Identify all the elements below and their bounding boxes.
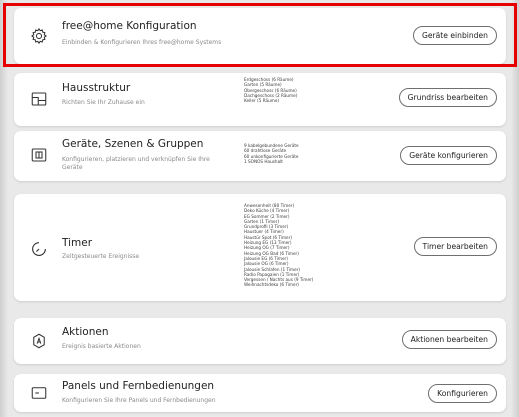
- row-title: Hausstruktur: [62, 82, 131, 94]
- timer-icon: [30, 240, 48, 258]
- detail-line: 1 SONOS Haushalt: [244, 158, 283, 164]
- timer-summary: Anwesenheit (80 Timer) Deko Küche (4 Tim…: [244, 203, 313, 288]
- row-subtitle: Ereignis basierte Aktionen: [62, 343, 141, 350]
- row-title: Aktionen: [62, 326, 109, 338]
- row-title: Panels und Fernbedienungen: [62, 380, 215, 392]
- row-subtitle: Zeitgesteuerte Ereignisse: [62, 253, 140, 260]
- detail-line: Weihnachtsdeko (6 Timer): [244, 282, 299, 288]
- row-title: Timer: [62, 237, 93, 249]
- row-subtitle: Konfigurieren Sie Ihre Panels und Fernbe…: [62, 397, 216, 404]
- row-subtitle: Konfigurieren, platzieren und verknüpfen…: [62, 156, 210, 171]
- room-summary: Erdgeschoss (6 Räume) Garten (5 Räume) O…: [244, 77, 297, 103]
- row-title: Geräte, Szenen & Gruppen: [62, 138, 204, 150]
- row-timer: Timer Zeitgesteuerte Ereignisse Anwesenh…: [14, 194, 506, 301]
- panel-icon: [30, 384, 48, 402]
- device-icon: [30, 146, 48, 164]
- row-panels-fernbedienungen: Panels und Fernbedienungen Konfigurieren…: [14, 374, 506, 412]
- timer-bearbeiten-button[interactable]: Timer bearbeiten: [413, 237, 497, 256]
- detail-line: Keller (5 Räume): [244, 98, 280, 104]
- configuration-page: free@home Konfiguration Einbinden & Konf…: [0, 0, 519, 417]
- row-hausstruktur: Hausstruktur Richten Sie Ihr Zuhause ein…: [14, 73, 506, 126]
- action-icon: [30, 332, 48, 350]
- geraete-konfigurieren-button[interactable]: Geräte konfigurieren: [400, 146, 497, 165]
- row-geraete-szenen-gruppen: Geräte, Szenen & Gruppen Konfigurieren, …: [14, 131, 506, 181]
- device-summary: 9 kabelgebundene Geräte 60 drahtlose Ger…: [244, 143, 299, 164]
- highlight-frame: [3, 3, 517, 67]
- konfigurieren-button[interactable]: Konfigurieren: [428, 384, 497, 403]
- row-subtitle: Richten Sie Ihr Zuhause ein: [62, 99, 145, 106]
- row-aktionen: Aktionen Ereignis basierte Aktionen Akti…: [14, 318, 506, 364]
- grundriss-bearbeiten-button[interactable]: Grundriss bearbeiten: [398, 88, 497, 107]
- aktionen-bearbeiten-button[interactable]: Aktionen bearbeiten: [401, 330, 497, 349]
- floorplan-icon: [30, 90, 48, 108]
